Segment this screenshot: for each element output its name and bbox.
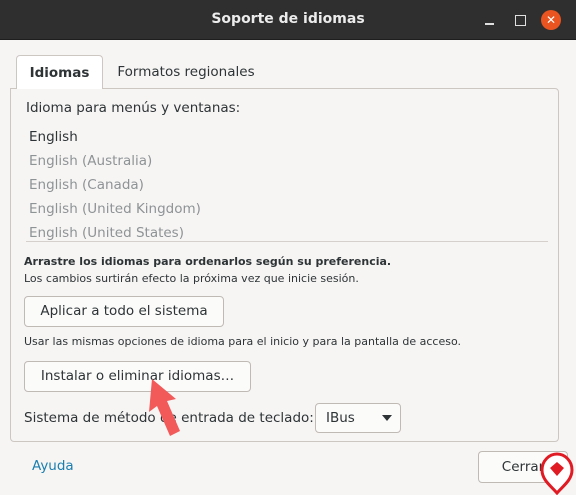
tab-formatos-regionales[interactable]: Formatos regionales (103, 55, 269, 89)
minimize-icon[interactable] (481, 11, 499, 29)
effect-hint: Los cambios surtirán efecto la próxima v… (24, 272, 359, 285)
annotation-arrow (149, 379, 180, 436)
language-item[interactable]: English (United Kingdom) (29, 197, 201, 221)
apply-all-button[interactable]: Aplicar a todo el sistema (24, 296, 224, 327)
watermark-logo (540, 452, 574, 495)
language-item[interactable]: English (United States) (29, 221, 184, 245)
close-icon[interactable]: ✕ (541, 10, 561, 30)
tab-idiomas[interactable]: Idiomas (16, 55, 103, 89)
language-heading: Idioma para menús y ventanas: (26, 100, 241, 116)
language-item[interactable]: English (Canada) (29, 173, 144, 197)
language-list: English English (Australia) English (Can… (26, 122, 548, 242)
language-item[interactable]: English (29, 125, 78, 149)
title-bar: Soporte de idiomas ✕ (0, 0, 576, 40)
drag-hint: Arrastre los idiomas para ordenarlos seg… (24, 255, 392, 268)
language-item[interactable]: English (Australia) (29, 149, 152, 173)
keyboard-input-value: IBus (326, 410, 355, 426)
chevron-down-icon (382, 415, 392, 421)
install-remove-languages-button[interactable]: Instalar o eliminar idiomas… (24, 361, 251, 392)
keyboard-input-select[interactable]: IBus (315, 403, 401, 433)
maximize-icon[interactable] (511, 11, 529, 29)
help-link[interactable]: Ayuda (32, 458, 74, 474)
apply-hint: Usar las mismas opciones de idioma para … (24, 335, 462, 348)
